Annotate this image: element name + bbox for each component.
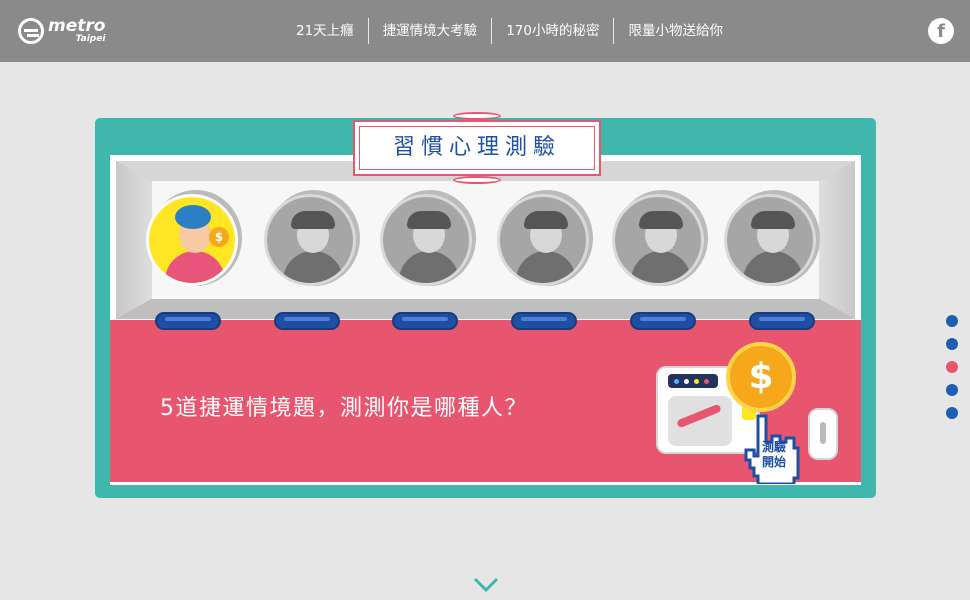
figure-body [516, 251, 576, 283]
quiz-question-text: 5道捷運情境題，測測你是哪種人？ [160, 396, 528, 421]
logo-text: metro Taipei [48, 18, 105, 44]
woman-with-coin-icon: $ [146, 194, 238, 286]
section-pager-dot-3[interactable] [946, 361, 958, 373]
muscle-man-icon [380, 194, 472, 286]
quiz-title-banner: 習慣心理測驗 [353, 112, 601, 184]
nav-item-21-days[interactable]: 21天上癮 [282, 18, 368, 44]
figure-hair [751, 211, 795, 229]
figure-hair [407, 211, 451, 229]
personality-coin-4[interactable] [497, 190, 593, 290]
coin-slot-button-5[interactable] [630, 312, 696, 330]
indicator-light [674, 379, 679, 384]
nav-item-170-hours[interactable]: 170小時的秘密 [492, 18, 613, 44]
coin-slot-button-1[interactable] [155, 312, 221, 330]
start-label-line-1: 測驗 [761, 440, 786, 454]
metro-taipei-logo[interactable]: metro Taipei [18, 14, 108, 48]
figure-body [399, 251, 459, 283]
figure-body [283, 251, 343, 283]
section-pager-dot-4[interactable] [946, 384, 958, 396]
figure-hair [639, 211, 683, 229]
coin-slot-button-3[interactable] [392, 312, 458, 330]
indicator-light [694, 379, 699, 384]
figure-body [165, 251, 225, 283]
angry-devil-man-icon [612, 194, 704, 286]
indicator-light [684, 379, 689, 384]
window-right-bevel [819, 161, 855, 319]
section-pager-dot-2[interactable] [946, 338, 958, 350]
top-navigation-bar: metro Taipei 21天上癮 捷運情境大考驗 170小時的秘密 限量小物… [0, 0, 970, 62]
personality-coin-2[interactable] [264, 190, 360, 290]
indicator-light [704, 379, 709, 384]
facebook-icon[interactable]: f [928, 18, 954, 44]
section-pager-dot-1[interactable] [946, 315, 958, 327]
personality-coin-6[interactable] [724, 190, 820, 290]
nav-item-scenario-quiz[interactable]: 捷運情境大考驗 [369, 18, 492, 44]
coin-slot-button-6[interactable] [749, 312, 815, 330]
metro-logo-icon [18, 18, 44, 44]
logo-subname: Taipei [75, 34, 106, 44]
small-coin-icon: $ [209, 227, 229, 247]
banner-bottom-scroll [453, 176, 501, 184]
personality-coin-1[interactable]: $ [146, 190, 242, 290]
coin-slot-button-2[interactable] [274, 312, 340, 330]
section-pager-dot-5[interactable] [946, 407, 958, 419]
personality-coin-5[interactable] [612, 190, 708, 290]
logo-name: metro [48, 16, 106, 36]
nav-item-gifts[interactable]: 限量小物送給你 [614, 18, 737, 44]
figure-body [743, 251, 803, 283]
woman-wavy-hair-icon [497, 194, 589, 286]
chevron-down-icon[interactable] [472, 576, 500, 594]
personality-coin-3[interactable] [380, 190, 476, 290]
figure-hair [175, 205, 211, 229]
main-nav: 21天上癮 捷運情境大考驗 170小時的秘密 限量小物送給你 [282, 18, 737, 44]
quiz-title: 習慣心理測驗 [392, 135, 561, 160]
coin-slot-button-4[interactable] [511, 312, 577, 330]
banner-top-scroll [453, 112, 501, 120]
keyhole-icon [808, 408, 838, 460]
windblown-couple-icon [724, 194, 816, 286]
figure-body [631, 251, 691, 283]
start-quiz-button[interactable]: 測驗 開始 [740, 412, 800, 484]
figure-hair [524, 211, 568, 229]
man-with-headphones-icon [264, 194, 356, 286]
start-label-line-2: 開始 [761, 455, 786, 469]
start-quiz-label: 測驗 開始 [754, 440, 794, 470]
window-back-wall [152, 181, 819, 299]
dollar-coin-icon: $ [726, 342, 796, 412]
figure-hair [291, 211, 335, 229]
